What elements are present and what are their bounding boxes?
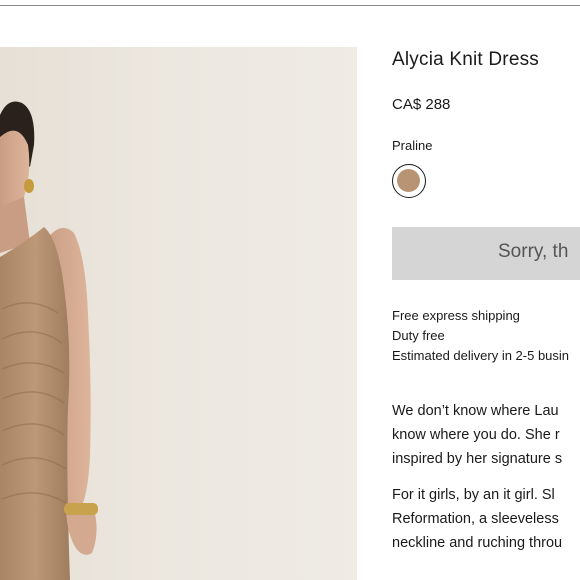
product-info: Alycia Knit Dress CA$ 288 Praline Sorry,… (392, 0, 580, 580)
model-illustration (0, 101, 98, 580)
shipping-line: Free express shipping (392, 308, 520, 323)
product-price: CA$ 288 (392, 96, 451, 113)
product-image[interactable] (0, 47, 357, 580)
product-page: Alycia Knit Dress CA$ 288 Praline Sorry,… (0, 0, 580, 580)
description-line: neckline and ruching throu (392, 535, 563, 551)
description-line: know where you do. She r (392, 427, 560, 443)
shipping-line: Estimated delivery in 2-5 busin (392, 348, 570, 363)
swatch-fill (397, 169, 420, 192)
shipping-line: Duty free (392, 328, 445, 343)
sold-out-button[interactable]: Sorry, th (392, 227, 580, 280)
sold-out-button-label: Sorry, th (498, 241, 569, 262)
color-label: Praline (392, 138, 433, 153)
description-line: We don’t know where Lau (392, 403, 559, 419)
product-title: Alycia Knit Dress (392, 49, 539, 70)
description-line: Reformation, a sleeveless (392, 511, 559, 527)
description-line: inspired by her signature s (392, 451, 563, 467)
color-swatch-praline[interactable] (392, 164, 426, 198)
description-line: For it girls, by an it girl. Sl (392, 487, 555, 503)
